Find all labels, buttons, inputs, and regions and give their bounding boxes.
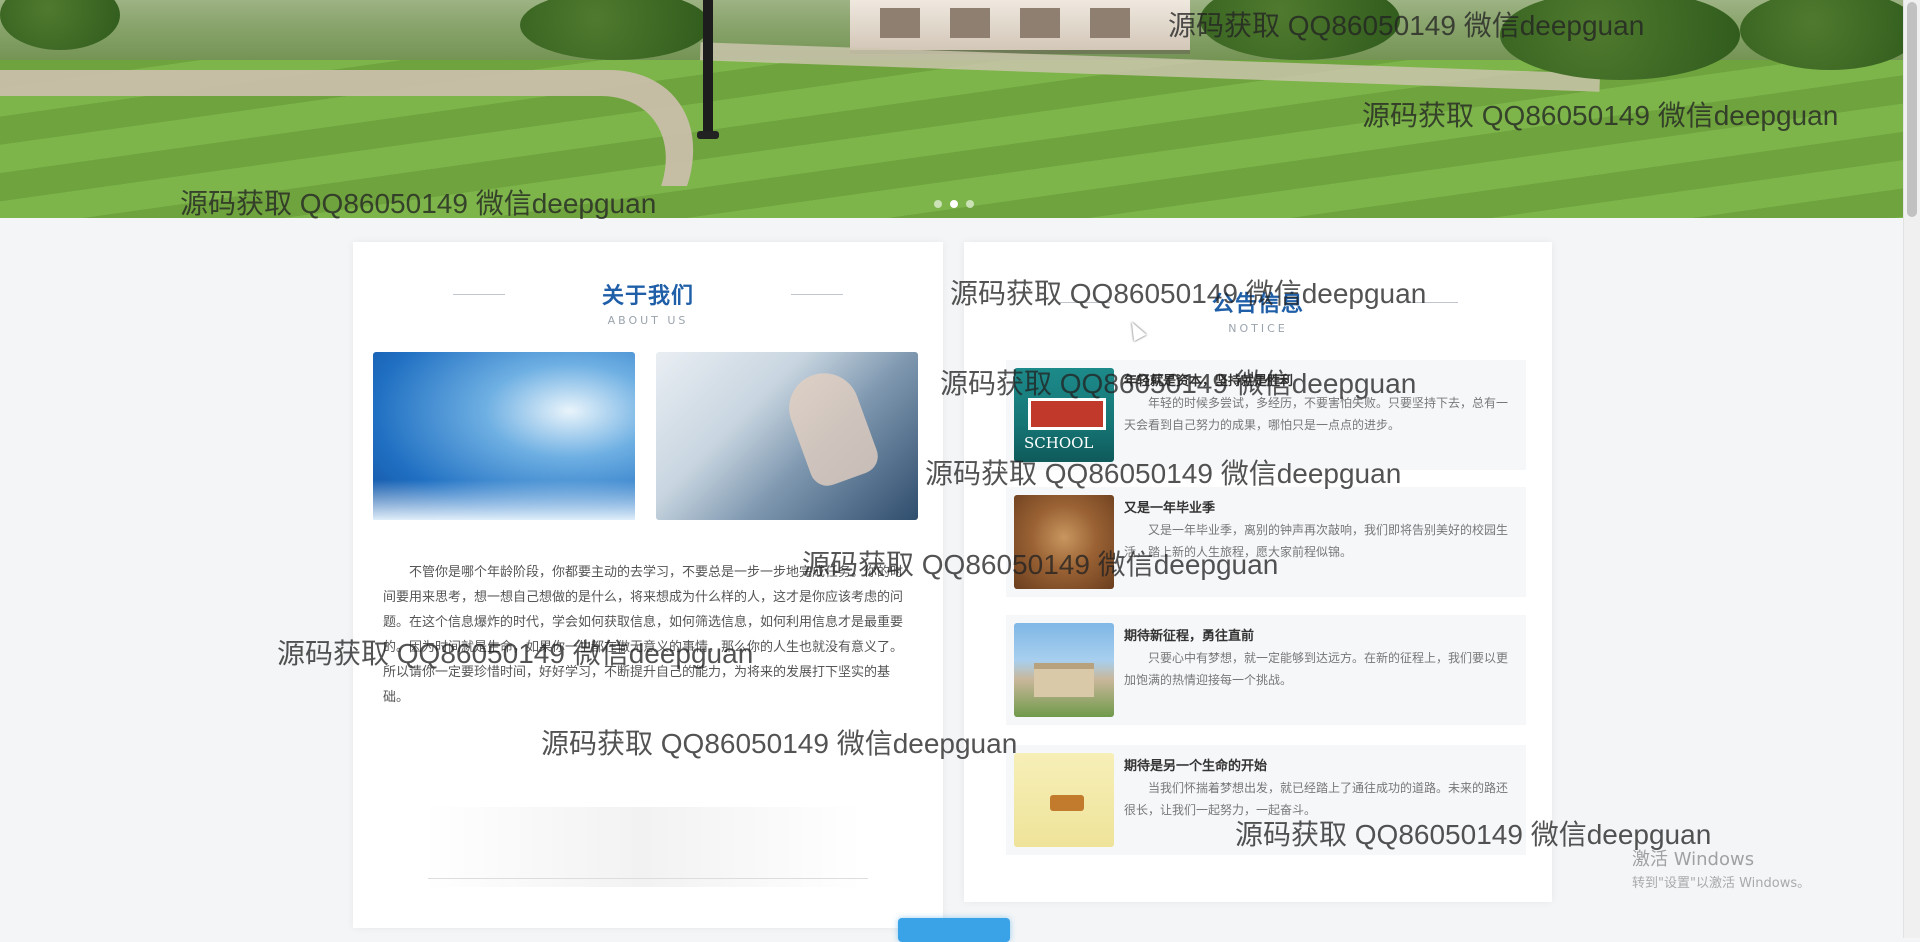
windows-activation-hint: 转到"设置"以激活 Windows。 [1632,876,1811,891]
heading-divider [453,294,505,295]
carousel-dot[interactable] [934,200,942,208]
watermark: 源码获取 QQ86050149 微信deepguan [925,458,1402,489]
heading-divider [791,294,843,295]
notice-item[interactable]: 期待新征程，勇往直前 只要心中有梦想，就一定能够到达远方。在新的征程上，我们要以… [1006,615,1526,725]
scrollbar-thumb[interactable] [1907,2,1917,217]
banner-lamp-post [697,0,719,139]
more-button[interactable] [898,918,1010,942]
banner-building [850,0,1190,54]
watermark: 源码获取 QQ86050149 微信deepguan [1362,100,1839,131]
carousel-dot[interactable] [966,200,974,208]
watermark: 源码获取 QQ86050149 微信deepguan [940,368,1417,399]
about-faded-content [423,807,863,887]
notice-item-title[interactable]: 又是一年毕业季 [1124,497,1215,516]
watermark: 源码获取 QQ86050149 微信deepguan [277,638,754,669]
watermark: 源码获取 QQ86050149 微信deepguan [180,188,657,219]
about-subtitle: ABOUT US [607,314,689,327]
about-title: 关于我们 [601,284,694,309]
notice-thumbnail[interactable] [1014,753,1114,847]
notice-item-title[interactable]: 期待新征程，勇往直前 [1124,625,1254,644]
divider [428,878,868,879]
about-image-hand [656,352,918,520]
banner-path [0,70,725,186]
carousel-indicators[interactable] [930,193,978,212]
notice-subtitle: NOTICE [1228,322,1288,335]
notice-item-title[interactable]: 期待是另一个生命的开始 [1124,755,1267,774]
watermark: 源码获取 QQ86050149 微信deepguan [802,549,1279,580]
watermark: 源码获取 QQ86050149 微信deepguan [541,728,1018,759]
notice-item-desc: 只要心中有梦想，就一定能够到达远方。在新的征程上，我们要以更加饱满的热情迎接每一… [1124,651,1509,687]
carousel-dot-active[interactable] [950,200,958,208]
watermark: 源码获取 QQ86050149 微信deepguan [950,278,1427,309]
about-heading: 关于我们 ABOUT US [353,278,943,327]
windows-activation-title: 激活 Windows [1632,849,1755,870]
watermark: 源码获取 QQ86050149 微信deepguan [1168,10,1645,41]
page-scrollbar[interactable] [1903,0,1920,938]
notice-thumbnail[interactable] [1014,623,1114,717]
about-panel: 关于我们 ABOUT US 不管你是哪个年龄阶段，你都要主动的去学习，不要总是一… [353,242,943,928]
about-image-sky [373,352,635,520]
